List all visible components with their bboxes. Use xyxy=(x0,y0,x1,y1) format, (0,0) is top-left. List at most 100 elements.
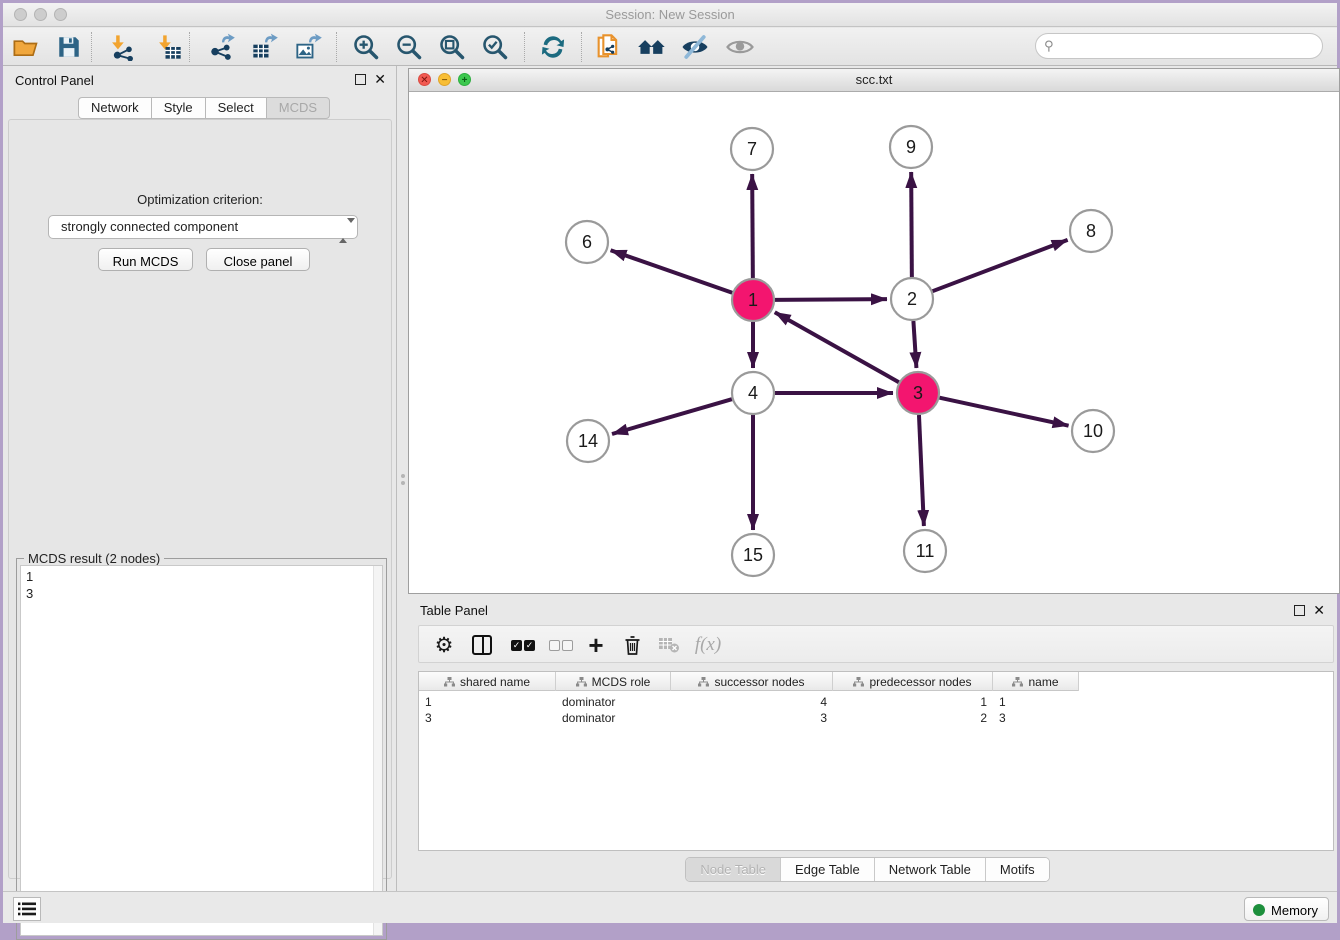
hide-panel-eye-icon[interactable] xyxy=(680,32,710,62)
column-selector-icon[interactable] xyxy=(467,630,497,660)
home-icon[interactable] xyxy=(637,32,667,62)
column-header-successor-nodes[interactable]: successor nodes xyxy=(671,672,833,691)
float-table-panel-icon[interactable] xyxy=(1294,605,1305,616)
application-window: Session: New Session xyxy=(3,3,1337,923)
graph-edge-2-3[interactable] xyxy=(913,321,916,368)
table-row[interactable]: 1dominator411 xyxy=(419,694,1079,710)
import-table-icon[interactable] xyxy=(154,32,184,62)
table-cell[interactable]: 1 xyxy=(833,694,993,710)
attribute-tree-icon xyxy=(444,677,455,687)
graph-node-label: 15 xyxy=(743,545,763,565)
table-cell[interactable]: 1 xyxy=(419,694,556,710)
titlebar: Session: New Session xyxy=(3,3,1337,27)
graph-node-label: 6 xyxy=(582,232,592,252)
table-cell[interactable]: 4 xyxy=(671,694,833,710)
graph-node-label: 14 xyxy=(578,431,598,451)
graph-edge-2-9[interactable] xyxy=(911,172,912,277)
graph-node-label: 4 xyxy=(748,383,758,403)
task-history-button[interactable] xyxy=(13,897,41,921)
close-panel-button[interactable]: Close panel xyxy=(206,248,310,271)
table-cell[interactable]: dominator xyxy=(556,710,671,726)
main-toolbar: ⚲ xyxy=(3,28,1337,66)
table-settings-gear-icon[interactable]: ⚙ xyxy=(431,630,457,660)
tab-edge-table[interactable]: Edge Table xyxy=(781,858,875,881)
table-cell[interactable]: 3 xyxy=(993,710,1079,726)
graph-node-label: 8 xyxy=(1086,221,1096,241)
criterion-select[interactable]: strongly connected component xyxy=(48,215,358,239)
attribute-tree-icon xyxy=(698,677,709,687)
tab-style[interactable]: Style xyxy=(151,97,205,119)
close-panel-icon[interactable]: ✕ xyxy=(374,71,386,88)
tab-motifs[interactable]: Motifs xyxy=(986,858,1049,881)
mcds-result-title: MCDS result (2 nodes) xyxy=(24,551,164,566)
attribute-tree-icon xyxy=(853,677,864,687)
memory-status-icon xyxy=(1253,904,1265,916)
network-view-window: ✕ − + scc.txt 7968124314101511 xyxy=(408,68,1340,594)
select-all-columns-icon[interactable]: ✓✓ xyxy=(507,630,539,660)
search-icon: ⚲ xyxy=(1044,38,1054,54)
criterion-value: strongly connected component xyxy=(61,219,238,234)
export-network-icon[interactable] xyxy=(207,32,237,62)
delete-column-icon[interactable] xyxy=(617,630,647,660)
column-header-name[interactable]: name xyxy=(993,672,1079,691)
search-field[interactable]: ⚲ xyxy=(1035,33,1323,59)
tab-node-table[interactable]: Node Table xyxy=(686,858,781,881)
zoom-out-icon[interactable] xyxy=(394,32,424,62)
tab-network-table[interactable]: Network Table xyxy=(875,858,986,881)
column-header-shared-name[interactable]: shared name xyxy=(419,672,556,691)
float-panel-icon[interactable] xyxy=(355,74,366,85)
graph-edge-4-14[interactable] xyxy=(612,399,732,434)
window-title: Session: New Session xyxy=(3,7,1337,22)
status-bar: Memory xyxy=(3,891,1337,923)
table-cell[interactable]: 1 xyxy=(993,694,1079,710)
table-row[interactable]: 3dominator323 xyxy=(419,710,1079,726)
import-network-icon[interactable] xyxy=(107,32,137,62)
memory-label: Memory xyxy=(1271,903,1318,918)
mcds-result-text[interactable]: 1 3 xyxy=(20,565,383,936)
tab-mcds[interactable]: MCDS xyxy=(266,97,330,119)
graph-edge-1-7[interactable] xyxy=(752,174,753,278)
graph-edge-1-6[interactable] xyxy=(611,250,733,292)
column-header-MCDS-role[interactable]: MCDS role xyxy=(556,672,671,691)
delete-table-icon xyxy=(654,630,684,660)
network-window-title: scc.txt xyxy=(409,72,1339,87)
table-toolbar: ⚙ ✓✓ + f(x) xyxy=(418,625,1334,663)
copy-network-icon[interactable] xyxy=(593,32,623,62)
zoom-in-icon[interactable] xyxy=(351,32,381,62)
export-image-icon[interactable] xyxy=(294,32,324,62)
deselect-all-columns-icon[interactable] xyxy=(545,630,577,660)
search-input[interactable] xyxy=(1058,36,1322,56)
refresh-layout-icon[interactable] xyxy=(538,32,568,62)
export-table-icon[interactable] xyxy=(250,32,280,62)
table-cell[interactable]: 3 xyxy=(419,710,556,726)
tab-select[interactable]: Select xyxy=(205,97,266,119)
open-session-icon[interactable] xyxy=(11,32,41,62)
panel-splitter[interactable] xyxy=(400,471,406,495)
result-scrollbar[interactable] xyxy=(373,566,382,935)
tab-network[interactable]: Network xyxy=(78,97,151,119)
network-graph-canvas[interactable]: 7968124314101511 xyxy=(409,92,1339,593)
graph-edge-3-11[interactable] xyxy=(919,415,924,526)
graph-edge-2-8[interactable] xyxy=(933,240,1068,291)
graph-edge-1-2[interactable] xyxy=(775,299,887,300)
graph-edge-3-10[interactable] xyxy=(939,398,1068,426)
node-table[interactable]: shared nameMCDS rolesuccessor nodesprede… xyxy=(418,671,1334,851)
memory-button[interactable]: Memory xyxy=(1244,897,1329,921)
save-session-icon[interactable] xyxy=(54,32,84,62)
close-table-panel-icon[interactable]: ✕ xyxy=(1313,602,1325,619)
table-cell[interactable]: 3 xyxy=(671,710,833,726)
add-column-icon[interactable]: + xyxy=(581,630,611,660)
show-panel-eye-icon[interactable] xyxy=(725,32,755,62)
table-cell[interactable]: 2 xyxy=(833,710,993,726)
zoom-fit-icon[interactable] xyxy=(437,32,467,62)
graph-node-label: 2 xyxy=(907,289,917,309)
column-header-predecessor-nodes[interactable]: predecessor nodes xyxy=(833,672,993,691)
network-window-titlebar[interactable]: ✕ − + scc.txt xyxy=(409,69,1339,92)
control-panel-title: Control Panel xyxy=(15,73,94,88)
table-cell[interactable]: dominator xyxy=(556,694,671,710)
run-mcds-button[interactable]: Run MCDS xyxy=(98,248,193,271)
zoom-selected-icon[interactable] xyxy=(480,32,510,62)
mcds-panel: Optimization criterion: strongly connect… xyxy=(8,119,392,879)
graph-edge-3-1[interactable] xyxy=(775,312,899,382)
graph-node-label: 10 xyxy=(1083,421,1103,441)
